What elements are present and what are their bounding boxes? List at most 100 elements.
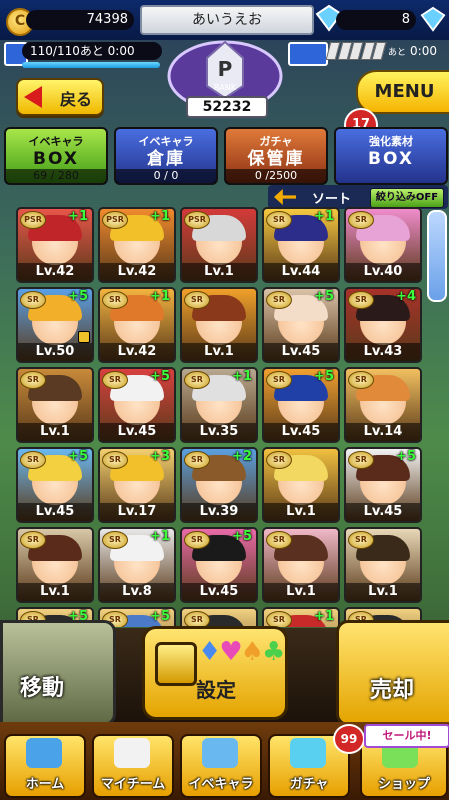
character-card[interactable]: SR +5 Lv.45 (344, 447, 422, 523)
back-button[interactable]: 戻る (16, 78, 104, 116)
character-card[interactable]: SR +5 Lv.45 (16, 447, 94, 523)
ticket-time-value: 0:00 (410, 44, 437, 58)
character-grid: PSR +1 Lv.42 PSR +1 Lv.42 PSR Lv.1 SR +1 Lv.44 SR Lv… (16, 207, 426, 627)
plus-value: +1 (68, 209, 88, 224)
sell-label: 売却 (370, 678, 415, 703)
gem-shop-icon[interactable] (420, 6, 446, 32)
plus-value: +1 (150, 529, 170, 544)
plus-value: +5 (232, 529, 252, 544)
coin-count: 74398 (26, 10, 134, 30)
plus-value: +5 (314, 289, 334, 304)
level-label: Lv.1 (182, 263, 256, 281)
character-card[interactable]: SR +1 Lv.42 (98, 287, 176, 363)
team-icon (114, 738, 150, 768)
tab-top-label: イベキャラ (138, 135, 194, 148)
character-card[interactable]: PSR Lv.1 (180, 207, 258, 283)
tab-event-chara-box[interactable]: イベキャラ BOX 69 / 280 (4, 127, 108, 185)
level-label: Lv.40 (346, 263, 420, 281)
character-card[interactable]: SR Lv.40 (344, 207, 422, 283)
level-label: Lv.45 (182, 583, 256, 601)
tab-main-label: BOX (368, 149, 414, 169)
gacha-badge: 99 (333, 724, 365, 754)
character-card[interactable]: SR Lv.1 (262, 527, 340, 603)
character-card[interactable]: SR Lv.1 (262, 447, 340, 523)
character-card[interactable]: SR +5 Lv.45 (262, 287, 340, 363)
lock-icon (78, 331, 90, 343)
rarity-badge: SR (184, 611, 210, 627)
character-card[interactable]: SR (180, 607, 258, 627)
plus-value: +1 (314, 209, 334, 224)
character-card[interactable]: PSR +1 Lv.42 (98, 207, 176, 283)
rarity-badge: SR (20, 531, 46, 549)
level-label: Lv.1 (18, 423, 92, 441)
character-card[interactable]: SR +1 Lv.8 (98, 527, 176, 603)
tab-count: 0 /2500 (226, 169, 326, 183)
nav-my-team[interactable]: マイチーム (92, 734, 174, 798)
level-label: Lv.35 (182, 423, 256, 441)
nav-shop-label: ショップ (377, 777, 430, 792)
menu-button[interactable]: MENU (356, 70, 449, 114)
plus-value: +5 (150, 609, 170, 624)
filter-button[interactable]: 絞り込みOFF (370, 188, 444, 208)
character-card[interactable]: SR Lv.1 (16, 367, 94, 443)
plus-value: +3 (150, 449, 170, 464)
sort-button[interactable]: ソート (312, 188, 351, 207)
plus-value: +1 (150, 209, 170, 224)
character-card[interactable]: SR +5 Lv.45 (98, 367, 176, 443)
character-card[interactable]: SR +1 Lv.35 (180, 367, 258, 443)
level-label: Lv.42 (100, 343, 174, 361)
tab-material-box[interactable]: 強化素材 BOX (334, 127, 448, 185)
plus-value: +5 (68, 449, 88, 464)
character-card[interactable]: PSR +1 Lv.42 (16, 207, 94, 283)
level-label: Lv.45 (346, 503, 420, 521)
tab-top-label: 強化素材 (369, 135, 413, 148)
rarity-badge: SR (266, 291, 292, 309)
rank-score: 52232 (186, 96, 268, 118)
rarity-badge: SR (266, 611, 292, 627)
rarity-badge: SR (20, 371, 46, 389)
character-card[interactable]: SR +3 Lv.17 (98, 447, 176, 523)
sale-tag: セール中! (364, 724, 449, 748)
character-card[interactable]: SR Lv.1 (16, 527, 94, 603)
character-card[interactable]: SR +5 Lv.50 (16, 287, 94, 363)
rarity-badge: PSR (184, 211, 210, 229)
home-icon (26, 738, 62, 768)
stamina-text: 110/110あと 0:00 (22, 42, 162, 60)
svg-text:P: P (218, 57, 233, 81)
tab-main-label: 保管庫 (247, 149, 305, 169)
plus-value: +2 (232, 449, 252, 464)
character-card[interactable]: SR +5 Lv.45 (180, 527, 258, 603)
character-card[interactable]: SR Lv.1 (344, 527, 422, 603)
rarity-badge: SR (266, 451, 292, 469)
nav-home[interactable]: ホーム (4, 734, 86, 798)
rarity-badge: PSR (20, 211, 46, 229)
character-card[interactable]: SR +5 Lv.45 (262, 367, 340, 443)
tab-event-chara-storage[interactable]: イベキャラ 倉庫 0 / 0 (114, 127, 218, 185)
tab-count: 0 / 0 (116, 169, 216, 183)
gacha-icon (290, 738, 326, 768)
character-card[interactable]: SR +1 (262, 607, 340, 627)
character-card[interactable]: SR Lv.14 (344, 367, 422, 443)
level-label: Lv.45 (100, 423, 174, 441)
plus-value: +1 (150, 289, 170, 304)
nav-home-label: ホーム (25, 777, 65, 792)
level-label: Lv.1 (264, 503, 338, 521)
character-card[interactable]: SR Lv.1 (180, 287, 258, 363)
rarity-badge: SR (184, 451, 210, 469)
character-card[interactable]: SR +4 Lv.43 (344, 287, 422, 363)
level-label: Lv.45 (264, 423, 338, 441)
scrollbar[interactable] (427, 210, 447, 302)
character-card[interactable]: SR +1 Lv.44 (262, 207, 340, 283)
svg-text:RANK: RANK (214, 83, 237, 92)
level-label: Lv.1 (346, 583, 420, 601)
sort-arrow-icon[interactable] (274, 189, 296, 205)
tab-gacha-vault[interactable]: ガチャ 保管庫 0 /2500 (224, 127, 328, 185)
tab-count: 69 / 280 (6, 169, 106, 183)
level-label: Lv.1 (264, 583, 338, 601)
back-arrow-icon (24, 86, 42, 108)
character-card[interactable]: SR +2 Lv.39 (180, 447, 258, 523)
level-label: Lv.50 (18, 343, 92, 361)
nav-event-chara[interactable]: イベキャラ (180, 734, 262, 798)
player-name[interactable]: あいうえお (140, 5, 314, 35)
level-label: Lv.39 (182, 503, 256, 521)
